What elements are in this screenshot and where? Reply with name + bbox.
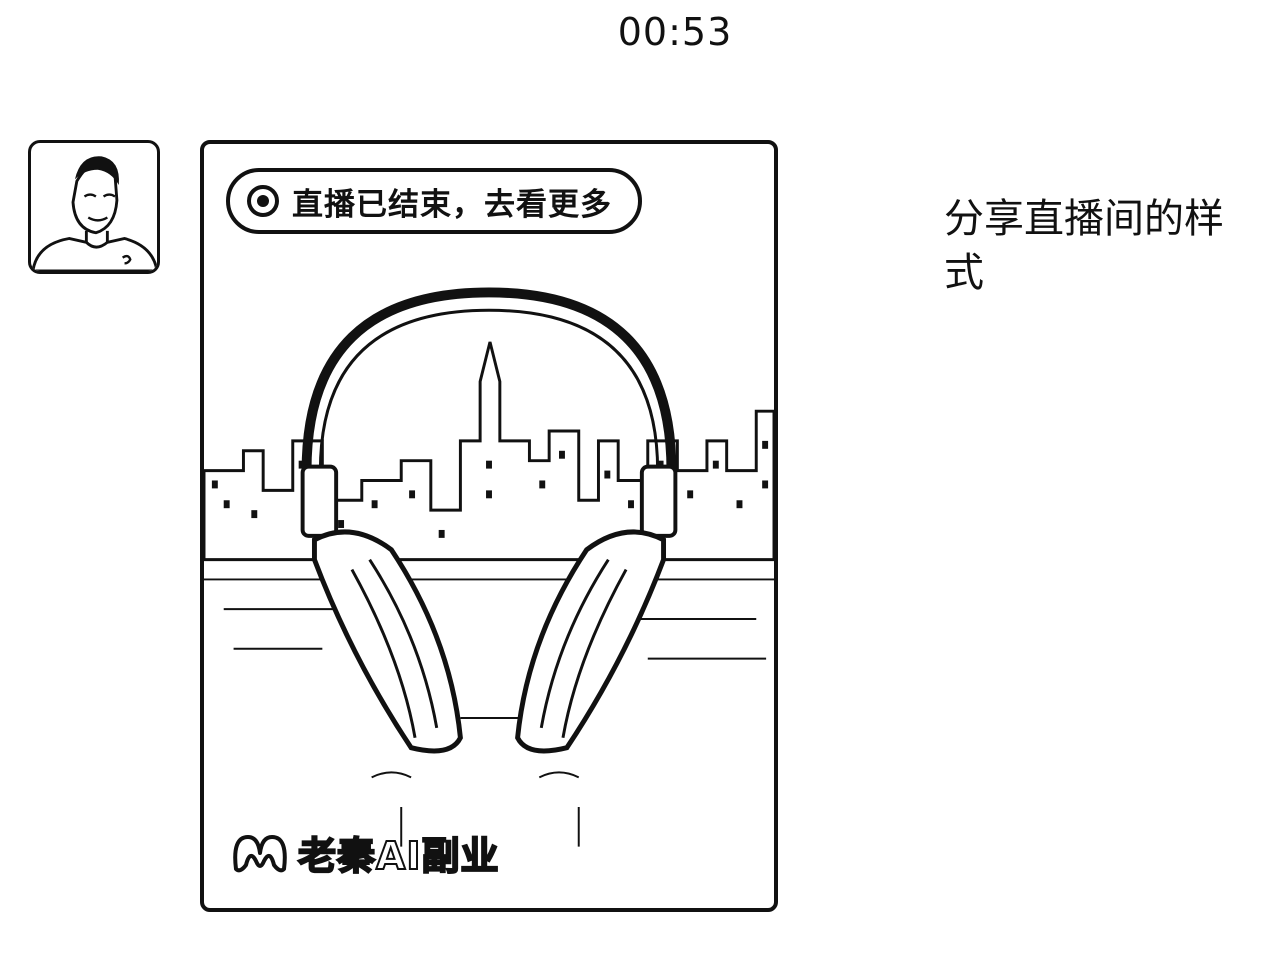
channel-name: 老秦AI副业 — [297, 833, 500, 879]
channel-logo-icon — [233, 834, 287, 872]
channel-brand[interactable]: 老秦AI副业 — [230, 825, 500, 880]
card-cover — [204, 144, 774, 908]
live-share-card[interactable]: 直播已结束，去看更多 老秦AI副业 — [200, 140, 778, 912]
user-avatar-icon — [31, 156, 157, 271]
live-record-icon — [247, 185, 279, 217]
live-status-label: 直播已结束，去看更多 — [292, 186, 612, 223]
message-timestamp: 00:53 — [617, 10, 733, 54]
message-caption: 分享直播间的样式 — [944, 196, 1224, 296]
live-ended-banner[interactable]: 直播已结束，去看更多 — [226, 168, 642, 234]
sender-avatar[interactable] — [28, 140, 160, 274]
chat-screen: 00:53 直播已结束，去看更多 老秦AI副业 分享直播间的样式 — [0, 0, 1280, 978]
headphones-cover-icon — [204, 287, 774, 847]
